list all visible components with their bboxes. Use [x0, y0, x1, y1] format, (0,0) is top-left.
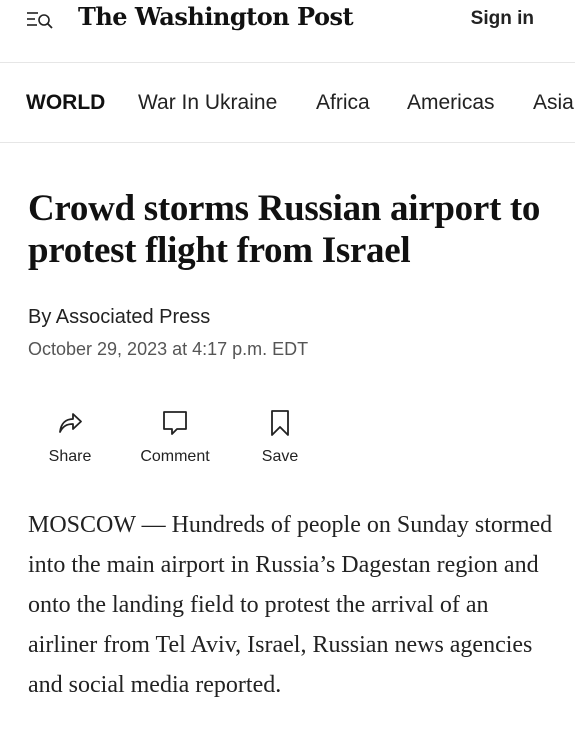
- site-logo[interactable]: The Washington Post: [78, 2, 354, 31]
- article-headline: Crowd storms Russian airport to protest …: [28, 188, 541, 271]
- comment-label: Comment: [140, 448, 210, 465]
- save-button[interactable]: Save: [235, 408, 325, 470]
- nav-item-americas[interactable]: Americas: [407, 91, 495, 115]
- sign-in-link[interactable]: Sign in: [471, 8, 534, 30]
- nav-item-world[interactable]: WORLD: [26, 91, 105, 115]
- comment-icon: [160, 408, 190, 438]
- nav-item-asia[interactable]: Asia: [533, 91, 574, 115]
- masthead: The Washington Post Sign in: [0, 0, 575, 63]
- share-label: Share: [48, 448, 92, 465]
- share-button[interactable]: Share: [25, 408, 115, 470]
- comment-button[interactable]: Comment: [130, 408, 220, 470]
- article-byline[interactable]: By Associated Press: [28, 306, 210, 329]
- save-label: Save: [261, 448, 299, 465]
- share-icon: [55, 408, 85, 438]
- article-body-paragraph: MOSCOW — Hundreds of people on Sunday st…: [28, 512, 553, 698]
- article-date: October 29, 2023 at 4:17 p.m. EDT: [28, 339, 309, 359]
- nav-item-africa[interactable]: Africa: [316, 91, 370, 115]
- bookmark-icon: [265, 408, 295, 438]
- section-nav: WORLD War In Ukraine Africa Americas Asi…: [0, 62, 575, 143]
- nav-item-war-in-ukraine[interactable]: War In Ukraine: [138, 91, 277, 115]
- menu-search-icon[interactable]: [26, 10, 54, 30]
